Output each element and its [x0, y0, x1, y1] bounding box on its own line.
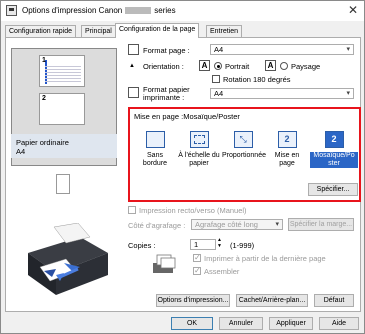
window-title: Options d'impression Canon series — [22, 6, 176, 15]
tab-quick-setup[interactable]: Configuration rapide — [5, 25, 77, 37]
layout-group: Mise en page :Mosaïque/Poster Sans bordu… — [128, 107, 361, 202]
layout-fit-to-page-button[interactable]: À l'échelle du papier — [178, 131, 220, 168]
tab-maintenance[interactable]: Entretien — [206, 25, 243, 37]
rotate-180-label: Rotation 180 degrés — [223, 75, 291, 84]
reverse-order-checkbox[interactable] — [193, 253, 201, 262]
preview-sheet-2: 2 — [39, 93, 85, 125]
preview-sheet-1: 1 — [39, 55, 85, 87]
layout-poster-button[interactable]: 2 Mosaïque/Po ster — [310, 131, 358, 168]
layout-option-label: À l'échelle du papier — [178, 152, 220, 167]
landscape-icon: A — [265, 60, 276, 71]
copies-stepper-icon[interactable]: ▲ ▼ — [217, 237, 222, 249]
portrait-radio[interactable] — [214, 62, 222, 70]
layout-option-label: Mise en page — [274, 152, 300, 167]
copies-label: Copies : — [128, 241, 156, 250]
layout-title: Mise en page :Mosaïque/Poster — [134, 112, 240, 121]
print-options-window: Options d'impression Canon series ✕ Confi… — [0, 0, 365, 334]
fit-to-page-icon — [189, 131, 209, 148]
layout-scaled-button[interactable]: ⤡ Proportionnée — [222, 131, 266, 160]
poster-icon: 2 — [324, 131, 344, 148]
cancel-button[interactable]: Annuler — [219, 317, 263, 330]
paper-orientation-icon — [56, 174, 70, 194]
landscape-radio[interactable] — [280, 62, 288, 70]
copies-range: (1-999) — [230, 241, 255, 250]
tab-main[interactable]: Principal — [81, 25, 116, 37]
ok-button[interactable]: OK — [171, 317, 213, 330]
paper-format-select[interactable]: A4 ▾ — [210, 88, 354, 99]
preview-lines — [45, 66, 81, 82]
page-format-label: Format page : — [143, 46, 190, 55]
close-icon[interactable]: ✕ — [348, 3, 358, 17]
layout-page-layout-button[interactable]: 2 Mise en page — [266, 131, 308, 168]
help-button[interactable]: Aide — [319, 317, 359, 330]
orientation-arrow-icon: ▲ — [129, 63, 135, 69]
paper-info: Papier ordinaire A4 — [11, 134, 117, 158]
sheet-number: 1 — [42, 57, 46, 64]
printer-app-icon — [6, 5, 17, 16]
page-format-icon — [128, 44, 139, 55]
print-options-button[interactable]: Options d'impression... — [156, 294, 230, 307]
tab-page-setup[interactable]: Configuration de la page — [115, 23, 200, 38]
collate-checkbox[interactable] — [193, 266, 201, 275]
stapling-select[interactable]: Agrafage côté long (gauche▾ — [191, 219, 283, 230]
duplex-checkbox[interactable] — [128, 206, 136, 214]
layout-option-label: Proportionnée — [222, 152, 266, 159]
page-setup-panel: 1 2 Papier ordinaire A4 Format page : A4… — [5, 37, 361, 312]
stamp-background-button[interactable]: Cachet/Arrière-plan... — [236, 294, 308, 307]
portrait-icon: A — [199, 60, 210, 71]
page-size-text: A4 — [16, 147, 26, 156]
copies-input[interactable]: 1 — [190, 239, 216, 250]
collate-label: Assembler — [204, 267, 240, 276]
printer-illustration-icon — [28, 223, 108, 295]
redacted-model-name — [125, 7, 152, 15]
copies-stack-icon — [153, 254, 176, 273]
sheet-number: 2 — [42, 95, 46, 102]
paper-format-icon — [128, 87, 139, 98]
layout-option-label: Mosaïque/Po ster — [310, 152, 358, 168]
apply-button[interactable]: Appliquer — [269, 317, 313, 330]
rotate-180-checkbox[interactable] — [212, 75, 220, 83]
borderless-icon — [145, 131, 165, 148]
orientation-label: Orientation : — [143, 62, 184, 71]
title-bar: Options d'impression Canon series ✕ — [1, 1, 364, 21]
stapling-label: Côté d'agrafage : — [128, 221, 186, 230]
reverse-order-label: Imprimer à partir de la dernière page — [204, 254, 326, 263]
scaled-icon: ⤡ — [233, 131, 253, 148]
page-format-select[interactable]: A4 ▾ — [210, 44, 354, 55]
page-layout-icon: 2 — [277, 131, 297, 148]
defaults-button[interactable]: Défaut — [314, 294, 354, 307]
layout-option-label: Sans bordure — [142, 152, 168, 167]
layout-specify-button[interactable]: Spécifier... — [308, 183, 358, 196]
paper-format-label: Format papier imprimante : — [143, 85, 190, 102]
layout-borderless-button[interactable]: Sans bordure — [134, 131, 176, 168]
portrait-label: Portrait — [225, 62, 250, 71]
duplex-label: Impression recto/verso (Manuel) — [139, 206, 247, 215]
media-type-text: Papier ordinaire — [16, 138, 69, 147]
landscape-label: Paysage — [291, 62, 321, 71]
margin-button[interactable]: Spécifier la marge... — [288, 218, 354, 231]
